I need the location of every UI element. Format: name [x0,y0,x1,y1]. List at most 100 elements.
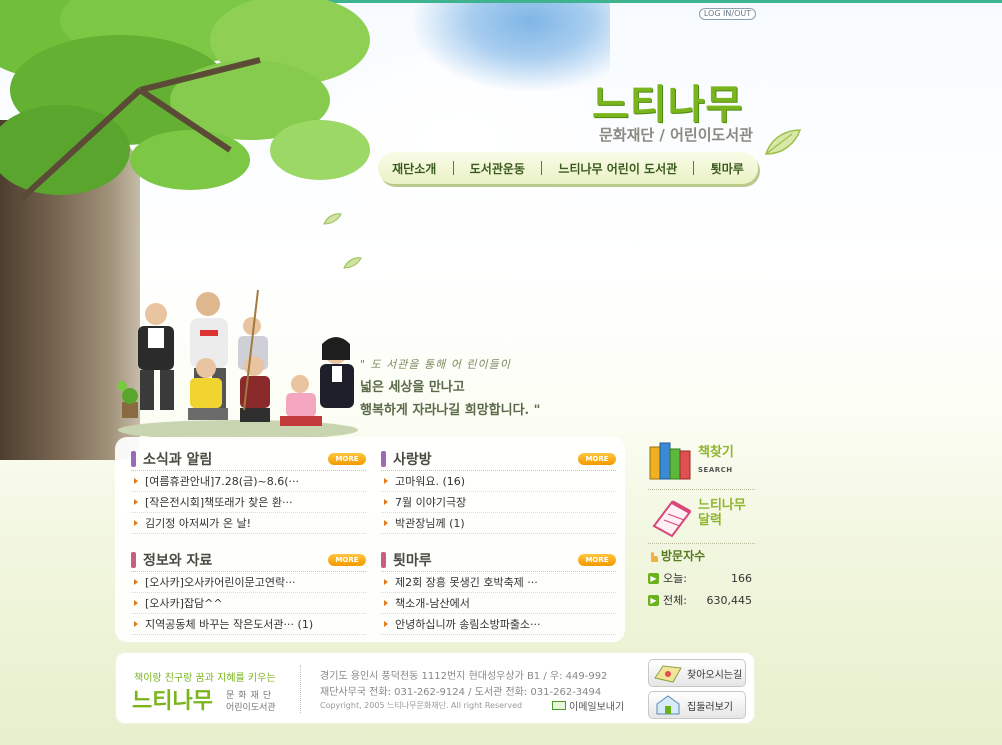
section-sarangbang: 사랑방 MORE 고마워요. (16) 7월 이야기극장 박관장님께 (1) [381,449,616,534]
section-marker [381,450,386,467]
children-group-photo [117,290,358,440]
list-item[interactable]: [오사카]잡담^^ [131,593,366,614]
nav-separator [693,161,695,175]
section-toetmaru: 툇마루 MORE 제2회 장흥 못생긴 호박축제 ··· 책소개-남산에서 안녕… [381,550,616,635]
nav-separator [541,161,543,175]
post-list: [오사카]오사카어린이문고연락··· [오사카]잡담^^ 지역공동체 바꾸는 작… [131,572,366,635]
visitor-counter-title: 방문자수 [648,547,756,564]
directions-button[interactable]: 찾아오시는길 [648,659,746,687]
bullet-arrow-icon [134,499,138,505]
section-news: 소식과 알림 MORE [여름휴관안내]7.28(금)~8.6(··· [작은전… [131,449,366,534]
visitor-today-row: ▶ 오늘: 166 [648,570,756,586]
footer-logo: 느티나무 [132,689,213,714]
visitor-today-value: 166 [731,571,752,585]
more-button[interactable]: MORE [328,553,366,566]
bullet-arrow-icon [134,520,138,526]
visitor-total-label: 전체: [663,594,687,607]
bullet-arrow-icon [384,579,388,585]
bullet-arrow-icon [384,621,388,627]
more-button[interactable]: MORE [578,452,616,465]
bullet-arrow-icon [384,520,388,526]
bullet-arrow-icon [134,600,138,606]
list-item[interactable]: 7월 이야기극장 [381,492,616,513]
slogan-line-1: 넓은 세상을 만나고 [360,380,465,395]
visitor-total-value: 630,445 [706,593,753,607]
floating-leaf-icon [343,257,362,269]
arrow-right-icon: ▶ [648,594,659,606]
section-title[interactable]: 소식과 알림 [143,449,328,469]
section-title[interactable]: 툇마루 [393,550,578,570]
book-search-label: 책찾기 [698,445,734,460]
list-item[interactable]: [여름휴관안내]7.28(금)~8.6(··· [131,471,366,492]
bullet-arrow-icon [134,579,138,585]
book-search-link[interactable]: 책찾기 SEARCH [648,437,756,487]
more-button[interactable]: MORE [328,452,366,465]
section-marker [131,551,136,568]
bullet-arrow-icon [384,478,388,484]
book-search-en-label: SEARCH [698,466,733,474]
footer-logo-sub2: 어린이도서관 [226,703,276,713]
list-item[interactable]: 김기정 아저씨가 온 날! [131,513,366,534]
visitor-total-row: ▶ 전체: 630,445 [648,592,756,608]
section-header: 소식과 알림 MORE [131,449,366,471]
side-divider [648,489,755,490]
house-tour-button[interactable]: 집둘러보기 [648,691,746,719]
calendar-icon [652,500,692,538]
bullet-arrow-icon [384,600,388,606]
section-header: 정보와 자료 MORE [131,550,366,572]
list-item[interactable]: 책소개-남산에서 [381,593,616,614]
list-item[interactable]: [작은전시회]책또래가 찾은 환··· [131,492,366,513]
section-title[interactable]: 정보와 자료 [143,550,328,570]
section-title[interactable]: 사랑방 [393,449,578,469]
section-marker [381,551,386,568]
calendar-label: 느티나무 달력 [698,498,746,528]
arrow-right-icon: ▶ [648,572,659,584]
section-header: 사랑방 MORE [381,449,616,471]
floating-leaf-icon [323,213,342,225]
logo-title: 느티나무 [592,82,744,128]
envelope-icon [552,701,566,710]
board-panel: 소식과 알림 MORE [여름휴관안내]7.28(금)~8.6(··· [작은전… [115,437,625,642]
visitor-today-label: 오늘: [663,572,687,585]
site-logo[interactable]: 느티나무 문화재단 / 어린이도서관 [592,72,772,144]
section-header: 툇마루 MORE [381,550,616,572]
nav-library-movement[interactable]: 도서관운동 [470,160,525,177]
house-icon [656,695,680,715]
nav-separator [452,161,454,175]
footer: 책이랑 친구랑 꿈과 지혜를 키우는 느티나무 문화재단 어린이도서관 경기도 … [115,652,755,724]
visitor-counter: 방문자수 ▶ 오늘: 166 ▶ 전체: 630,445 [648,547,756,608]
nav-childrens-library[interactable]: 느티나무 어린이 도서관 [558,160,677,177]
tree-foliage [0,0,370,203]
hand-pointer-icon [651,551,658,562]
list-item[interactable]: [오사카]오사카어린이문고연락··· [131,572,366,593]
list-item[interactable]: 박관장님께 (1) [381,513,616,534]
slogan-line-2: 행복하게 자라나길 희망합니다. " [360,403,541,418]
post-list: 고마워요. (16) 7월 이야기극장 박관장님께 (1) [381,471,616,534]
list-item[interactable]: 안녕하십니까 송림소방파출소··· [381,614,616,635]
footer-phone: 재단사무국 전화: 031-262-9124 / 도서관 전화: 031-262… [320,687,602,698]
footer-divider [300,665,301,713]
logo-subtitle: 문화재단 / 어린이도서관 [599,126,753,144]
nav-foundation-intro[interactable]: 재단소개 [392,160,436,177]
main-navigation: 재단소개 도서관운동 느티나무 어린이 도서관 툇마루 [378,152,758,184]
map-icon [654,665,682,683]
list-item[interactable]: 제2회 장흥 못생긴 호박축제 ··· [381,572,616,593]
calendar-link[interactable]: 느티나무 달력 [648,492,756,542]
slogan-block: " 도 서관을 통해 어 린이들이 넓은 세상을 만나고 행복하게 자라나길 희… [360,356,570,418]
footer-slogan: 책이랑 친구랑 꿈과 지혜를 키우는 [134,673,276,684]
send-email-link[interactable]: 이메일보내기 [552,698,624,713]
footer-address: 경기도 용인시 풍덕천동 1112번지 현대성우상가 B1 / 우: 449-9… [320,671,608,682]
leaf-decoration-icon [764,129,802,155]
slogan-handwritten-line: " 도 서관을 통해 어 린이들이 [360,358,511,371]
list-item[interactable]: 지역공동체 바꾸는 작은도서관··· (1) [131,614,366,635]
nav-toetmaru[interactable]: 툇마루 [711,160,744,177]
footer-copyright: Copyright, 2005 느티나무문화재단. All right Rese… [320,701,523,710]
post-list: 제2회 장흥 못생긴 호박축제 ··· 책소개-남산에서 안녕하십니까 송림소방… [381,572,616,635]
post-list: [여름휴관안내]7.28(금)~8.6(··· [작은전시회]책또래가 찾은 환… [131,471,366,534]
login-logout-button[interactable]: LOG IN/OUT [699,8,756,20]
bullet-arrow-icon [134,478,138,484]
more-button[interactable]: MORE [578,553,616,566]
blue-sky-patch [410,3,610,93]
list-item[interactable]: 고마워요. (16) [381,471,616,492]
side-divider [648,543,755,544]
